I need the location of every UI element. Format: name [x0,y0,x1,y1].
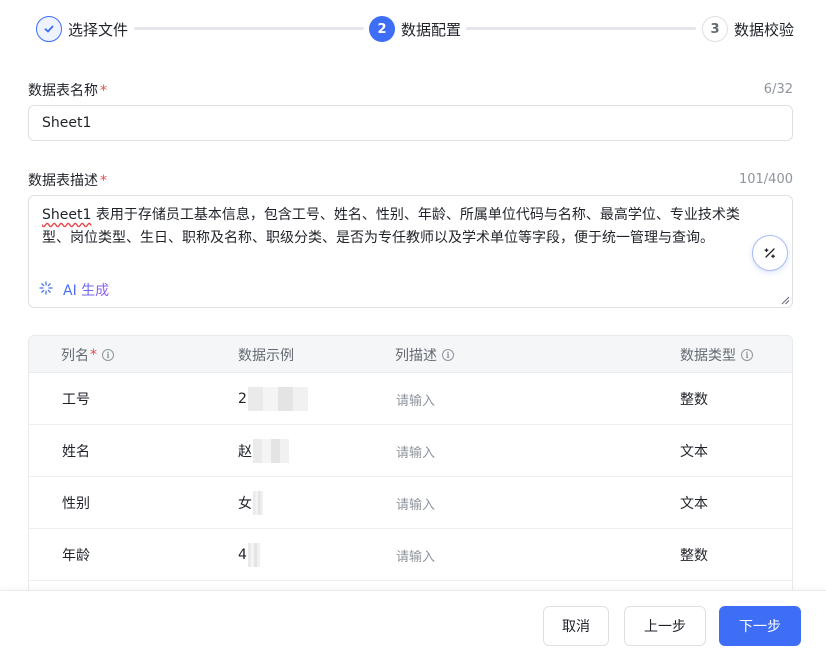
table-desc-value: Sheet1 表用于存储员工基本信息，包含工号、姓名、性别、年龄、所属单位代码与… [42,204,762,250]
step-connector [466,27,696,30]
sample-value: 4 [238,529,260,581]
sample-value: 赵 [238,425,289,477]
data-type-select[interactable]: 整数 [680,373,708,425]
step-data-config[interactable]: 2 数据配置 [369,14,461,44]
step-number: 2 [369,16,395,42]
required-mark: * [100,83,107,99]
column-name: 工号 [62,392,90,408]
header-label: 数据类型 [680,347,736,364]
header-data-type: 数据类型 i [680,336,753,373]
table-name-value: Sheet1 [42,115,92,131]
table-row: 年龄 4 请输入 整数 [29,529,792,581]
resize-handle-icon[interactable] [780,295,790,305]
table-header: 列名 * i 数据示例 列描述 i 数据类型 i [29,336,792,373]
column-name: 性别 [62,496,90,512]
table-name-label: 数据表名称 * [28,80,107,100]
header-label: 列名 [61,347,89,364]
pixelated-mask [253,439,289,463]
magic-wand-icon [764,248,775,259]
ai-generate-button[interactable]: AI 生成 [39,280,109,300]
data-type-select[interactable]: 文本 [680,477,708,529]
table-name-input[interactable]: Sheet1 [28,105,793,141]
column-name: 姓名 [62,444,90,460]
pixelated-mask [247,543,260,567]
ai-generate-label: AI 生成 [63,280,109,300]
info-icon[interactable]: i [442,348,454,361]
footer-bar: 取消 上一步 下一步 [0,590,826,657]
magic-wand-button[interactable] [752,235,788,271]
step-select-file[interactable]: 选择文件 [36,14,128,44]
table-row: 姓名 赵 请输入 文本 [29,425,792,477]
desc-rest: 表用于存储员工基本信息，包含工号、姓名、性别、年龄、所属单位代码与名称、最高学位… [42,207,740,246]
check-icon [36,16,62,42]
column-desc-input[interactable]: 请输入 [396,425,435,477]
data-type-select[interactable]: 文本 [680,425,708,477]
sparkle-icon [39,281,53,299]
info-icon[interactable]: i [741,348,753,361]
table-row: 工号 2 请输入 整数 [29,373,792,425]
header-label: 数据示例 [238,347,294,364]
next-step-button[interactable]: 下一步 [719,606,801,646]
pixelated-mask [253,491,263,515]
header-column-name: 列名 * i [61,336,114,373]
previous-step-button[interactable]: 上一步 [624,606,706,646]
label-text: 数据表名称 [28,83,98,99]
step-label: 选择文件 [68,20,129,39]
table-desc-label: 数据表描述 * [28,170,107,190]
step-connector [134,27,364,30]
header-description: 列描述 i [395,336,454,373]
sample-text: 4 [238,547,247,563]
required-mark: * [100,173,107,189]
column-name: 年龄 [62,548,90,564]
info-icon[interactable]: i [102,348,114,361]
data-config-page: 选择文件 2 数据配置 3 数据校验 数据表名称 * 6/32 Sheet1 数据… [0,0,826,657]
sample-text: 女 [238,496,252,512]
sample-text: 2 [238,391,247,407]
table-row: 性别 女 请输入 文本 [29,477,792,529]
step-number: 3 [702,16,728,42]
desc-prefix: Sheet1 [42,207,92,223]
sample-value: 2 [238,373,308,425]
pixelated-mask [247,387,308,411]
cancel-button[interactable]: 取消 [543,606,609,646]
column-desc-input[interactable]: 请输入 [396,477,435,529]
sample-value: 女 [238,477,263,529]
header-sample: 数据示例 [238,336,294,373]
stepper: 选择文件 2 数据配置 3 数据校验 [36,14,798,44]
step-label: 数据校验 [734,20,795,39]
desc-char-counter: 101/400 [738,172,793,187]
header-label: 列描述 [395,347,437,364]
sample-text: 赵 [238,444,252,460]
step-label: 数据配置 [401,20,462,39]
required-mark: * [90,346,97,363]
column-desc-input[interactable]: 请输入 [396,373,435,425]
step-data-validate[interactable]: 3 数据校验 [702,14,794,44]
table-desc-textarea[interactable]: Sheet1 表用于存储员工基本信息，包含工号、姓名、性别、年龄、所属单位代码与… [28,195,793,308]
column-desc-input[interactable]: 请输入 [396,529,435,581]
name-char-counter: 6/32 [763,82,793,97]
label-text: 数据表描述 [28,173,98,189]
data-type-select[interactable]: 整数 [680,529,708,581]
